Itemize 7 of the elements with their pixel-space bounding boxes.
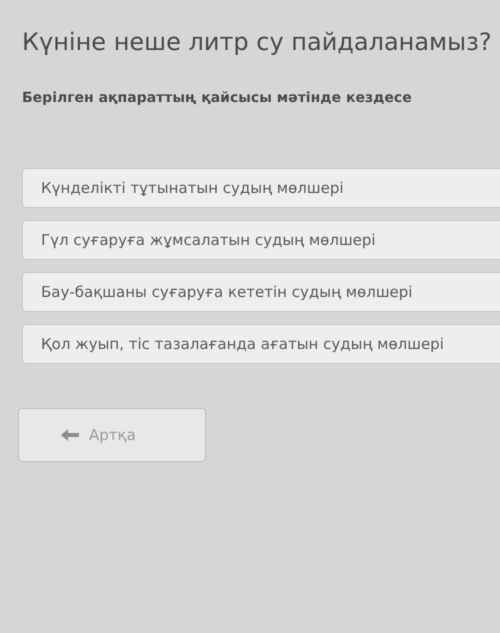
answer-option[interactable]: Гүл суғаруға жұмсалатын судың мөлшері [22,220,500,260]
left-arrow-icon [61,429,79,441]
page-title: Күніне неше литр су пайдаланамыз? [22,28,493,56]
answer-option[interactable]: Күнделікті тұтынатын судың мөлшері [22,168,500,208]
question-text: Берілген ақпараттың қайсысы мәтінде кездесе [22,90,413,106]
answer-option[interactable]: Бау-бақшаны суғаруға кететін судың мөлшері [22,272,500,312]
answer-option[interactable]: Қол жуып, тіс тазалағанда ағатын судың мөлшері [22,324,500,364]
